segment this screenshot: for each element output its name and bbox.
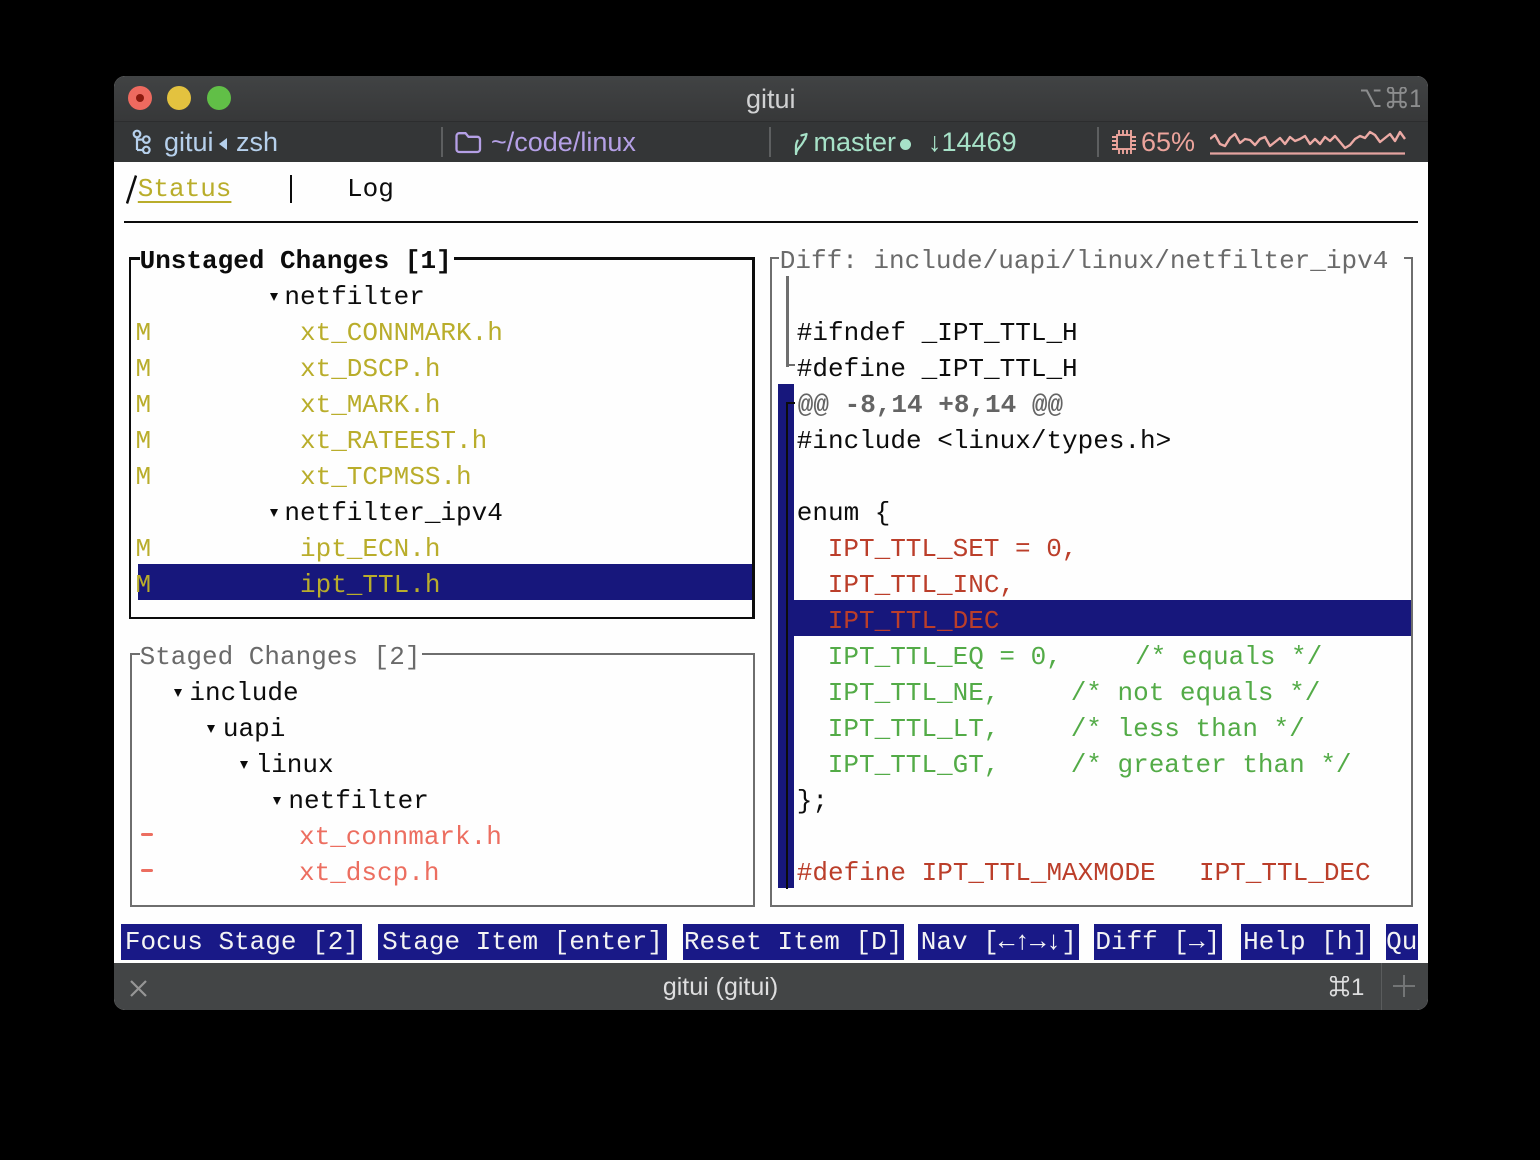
svg-text:1: 1 xyxy=(1409,87,1420,111)
svg-text:1: 1 xyxy=(1351,976,1364,1000)
